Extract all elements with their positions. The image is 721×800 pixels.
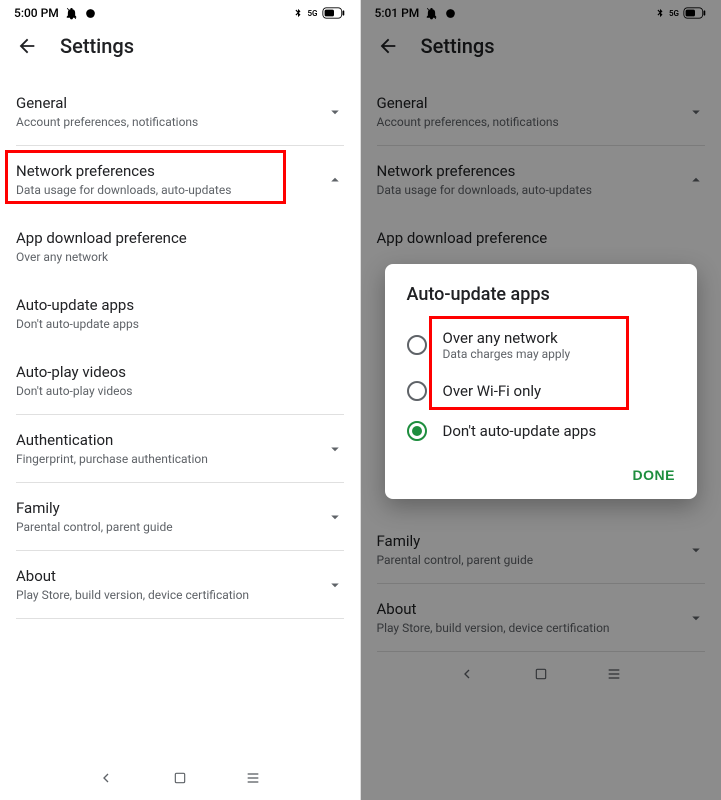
section-auto-update[interactable]: Auto-update apps Don't auto-update apps: [0, 280, 360, 347]
section-about[interactable]: About Play Store, build version, device …: [0, 551, 360, 618]
section-title: Auto-play videos: [16, 363, 344, 381]
section-title: About: [16, 567, 249, 585]
done-button[interactable]: DONE: [633, 467, 675, 483]
dnd-icon: [65, 7, 78, 20]
section-sub: Play Store, build version, device certif…: [16, 588, 249, 602]
chevron-down-icon: [326, 576, 344, 594]
radio-icon: [407, 335, 427, 355]
radio-wifi-only[interactable]: Over Wi-Fi only: [385, 371, 698, 411]
chevron-down-icon: [326, 440, 344, 458]
section-sub: Over any network: [16, 250, 344, 264]
section-network[interactable]: Network preferences Data usage for downl…: [0, 146, 360, 213]
status-bar: 5:00 PM 5G: [0, 0, 360, 22]
section-title: Authentication: [16, 431, 208, 449]
radio-dont-auto-update[interactable]: Don't auto-update apps: [385, 411, 698, 451]
chevron-down-icon: [326, 103, 344, 121]
radio-icon-selected: [407, 421, 427, 441]
nav-bar: [0, 756, 360, 800]
chevron-down-icon: [326, 508, 344, 526]
nav-home-icon[interactable]: [173, 771, 187, 785]
chevron-up-icon: [326, 171, 344, 189]
section-title: Network preferences: [16, 162, 231, 180]
section-title: App download preference: [16, 229, 344, 247]
nav-recents-icon[interactable]: [245, 770, 261, 786]
section-sub: Data usage for downloads, auto-updates: [16, 183, 231, 197]
section-autoplay[interactable]: Auto-play videos Don't auto-play videos: [0, 347, 360, 414]
section-title: General: [16, 94, 198, 112]
status-time: 5:00 PM: [14, 6, 59, 20]
section-sub: Don't auto-update apps: [16, 317, 344, 331]
section-general[interactable]: General Account preferences, notificatio…: [0, 78, 360, 145]
nav-back-icon[interactable]: [98, 770, 114, 786]
settings-content: General Account preferences, notificatio…: [0, 78, 360, 619]
radio-label: Over Wi-Fi only: [443, 382, 676, 400]
radio-over-any-network[interactable]: Over any network Data charges may apply: [385, 319, 698, 371]
page-title: Settings: [60, 34, 134, 58]
section-sub: Parental control, parent guide: [16, 520, 173, 534]
section-sub: Account preferences, notifications: [16, 115, 198, 129]
section-title: Family: [16, 499, 173, 517]
back-arrow-icon[interactable]: [16, 35, 38, 57]
section-sub: Fingerprint, purchase authentication: [16, 452, 208, 466]
radio-label: Over any network: [443, 329, 676, 347]
dialog-title: Auto-update apps: [385, 284, 698, 319]
bluetooth-icon: [293, 7, 303, 19]
radio-icon: [407, 381, 427, 401]
section-family[interactable]: Family Parental control, parent guide: [0, 483, 360, 550]
section-title: Auto-update apps: [16, 296, 344, 314]
section-auth[interactable]: Authentication Fingerprint, purchase aut…: [0, 415, 360, 482]
section-sub: Don't auto-play videos: [16, 384, 344, 398]
radio-sub: Data charges may apply: [443, 347, 676, 361]
battery-icon: [322, 7, 346, 19]
section-app-download[interactable]: App download preference Over any network: [0, 213, 360, 280]
auto-update-dialog: Auto-update apps Over any network Data c…: [385, 264, 698, 499]
signal-5g-icon: 5G: [307, 9, 317, 18]
radio-label: Don't auto-update apps: [443, 422, 676, 440]
right-phone-screen: 5:01 PM 5G Settings General Account pref…: [361, 0, 721, 800]
divider: [16, 618, 344, 619]
left-phone-screen: 5:00 PM 5G Settings General Account pref…: [0, 0, 361, 800]
app-icon: [84, 7, 97, 20]
header: Settings: [0, 22, 360, 78]
